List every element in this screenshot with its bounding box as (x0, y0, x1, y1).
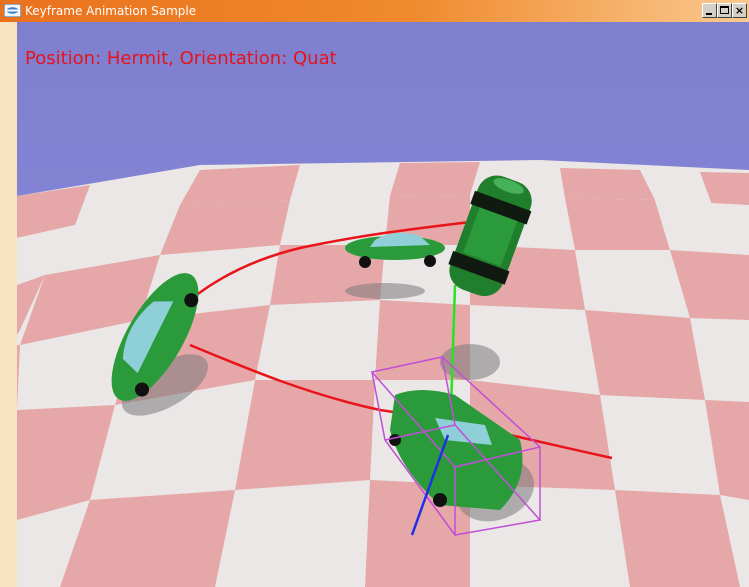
minimize-button[interactable] (702, 3, 717, 18)
window-title: Keyframe Animation Sample (25, 4, 197, 18)
close-icon: × (734, 4, 745, 17)
app-icon (4, 4, 21, 17)
maximize-button[interactable] (717, 3, 732, 18)
title-bar[interactable]: Keyframe Animation Sample × (0, 0, 749, 22)
render-viewport[interactable]: Position: Hermit, Orientation: Quat (17, 22, 749, 587)
minimize-icon (706, 13, 712, 15)
3d-scene (17, 22, 749, 587)
application-window: Keyframe Animation Sample × Position: He… (0, 0, 749, 587)
interpolation-mode-label: Position: Hermit, Orientation: Quat (25, 48, 337, 69)
close-button[interactable]: × (732, 3, 747, 18)
maximize-icon (720, 6, 729, 14)
